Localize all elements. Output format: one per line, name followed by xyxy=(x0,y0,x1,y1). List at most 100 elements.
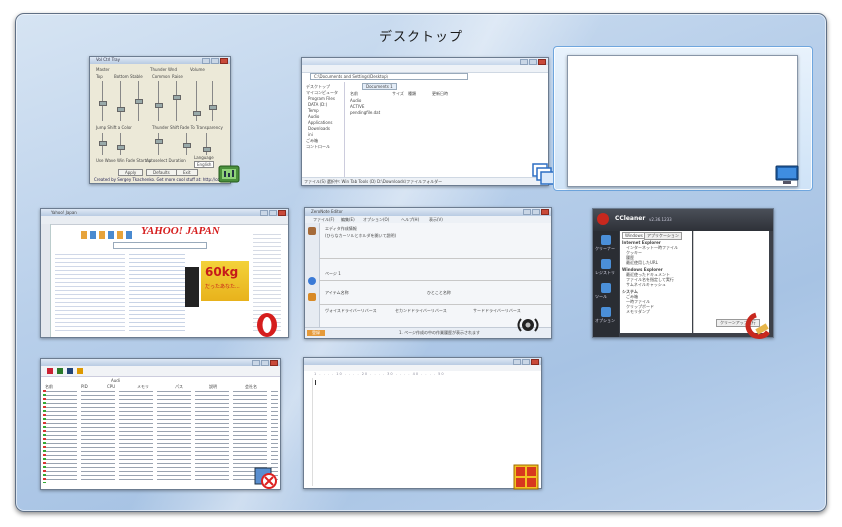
tab[interactable]: アプリケーション xyxy=(644,232,682,240)
volume-slider[interactable] xyxy=(99,81,107,121)
checkbox-label[interactable]: Autoselect Duration xyxy=(146,158,186,163)
window-thumb-editor[interactable]: ZeroNote Editor ファイル(F) 編集(E) オプション(O) ヘ… xyxy=(304,207,552,339)
volume-slider[interactable] xyxy=(117,133,125,155)
menu-item[interactable]: 編集(E) xyxy=(341,217,355,223)
window-title: Yahoo! Japan xyxy=(51,210,77,215)
file-row[interactable]: Audio xyxy=(350,98,361,103)
tree-item[interactable]: DATA (D:) xyxy=(308,102,327,107)
tab[interactable]: Windows xyxy=(622,232,646,239)
language-label: Language xyxy=(194,155,214,160)
window-thumb-volume-control[interactable]: Vol Ctrl Tray Master Thunder Wnd Volume … xyxy=(89,56,231,184)
check-item[interactable]: サムネイルキャッシュ xyxy=(626,282,666,288)
volume-slider[interactable] xyxy=(99,133,107,155)
editor-left-pane xyxy=(305,223,320,328)
volume-slider[interactable] xyxy=(155,133,163,155)
flip3d-switcher: デスクトップ Vol Ctrl Tray Master Thunder Wnd … xyxy=(15,13,827,512)
volume-slider[interactable] xyxy=(135,81,143,121)
window-thumb-desktop[interactable] xyxy=(567,55,798,187)
window-thumb-texteditor[interactable]: 1 . . . . 10 . . . . 20 . . . . 30 . . .… xyxy=(303,357,542,489)
volume-slider[interactable] xyxy=(173,81,181,121)
col-label: Raise xyxy=(172,74,183,79)
check-item[interactable]: 最近使用したURL xyxy=(626,260,658,266)
window-titlebar xyxy=(304,358,541,365)
window-titlebar xyxy=(41,359,280,366)
editor-menubar: ファイル(F) 編集(E) オプション(O) ヘルプ(H) 表示(V) xyxy=(305,216,551,223)
yahoo-search-box[interactable] xyxy=(113,242,207,249)
text-caret xyxy=(315,380,316,385)
tree-item[interactable]: Temp xyxy=(308,108,319,113)
broom-icon[interactable] xyxy=(601,235,611,245)
apply-button[interactable]: Apply xyxy=(118,169,144,176)
yahoo-content-mid xyxy=(129,251,185,333)
tree-item[interactable]: Downloads xyxy=(308,126,330,131)
tree-item[interactable]: Audio xyxy=(308,114,319,119)
file-row[interactable]: pendingfile.dat xyxy=(350,110,380,115)
volume-slider[interactable] xyxy=(203,133,211,155)
window-controls xyxy=(202,58,228,64)
check-item[interactable]: メモリダンプ xyxy=(626,309,650,315)
exit-button[interactable]: Exit xyxy=(176,169,198,176)
column-header[interactable]: 種類 xyxy=(408,91,416,97)
volume-slider[interactable] xyxy=(193,81,201,121)
window-titlebar: ZeroNote Editor xyxy=(305,208,551,216)
tree-item[interactable]: コントロール xyxy=(306,144,330,150)
volume-slider[interactable] xyxy=(117,81,125,121)
info-icon xyxy=(308,277,316,285)
field-label: アイテム名称 xyxy=(325,290,349,295)
hidemaru-icon xyxy=(513,464,539,490)
toolbar-icon[interactable] xyxy=(47,368,53,374)
toolbar-icon[interactable] xyxy=(77,368,83,374)
sidebar-item[interactable]: レジストリ xyxy=(595,270,615,276)
language-select[interactable]: English xyxy=(194,161,215,168)
window-thumb-processlist[interactable]: Audi 名前 PID CPU メモリ パス 説明 会社名 xyxy=(40,358,281,490)
column-header[interactable]: CPU xyxy=(107,384,115,389)
column-header[interactable]: 名前 xyxy=(350,91,358,97)
window-thumb-opera[interactable]: Yahoo! Japan YAHOO! JAPAN 60kg だったあなた... xyxy=(40,208,289,338)
column-header[interactable]: PID xyxy=(81,384,88,389)
col-label: Bottom xyxy=(114,74,129,79)
process-row-icons xyxy=(43,390,46,483)
status-text: 1. ページ作成の中の作業履歴が表示されます xyxy=(399,330,481,335)
toolbar-icon[interactable] xyxy=(67,368,73,374)
desktop-monitor-icon xyxy=(774,164,800,190)
section-label: Thunder Wnd xyxy=(150,67,177,72)
defaults-button[interactable]: Defaults xyxy=(146,169,177,176)
column-header[interactable]: 更新日時 xyxy=(432,91,448,97)
window-thumb-explorer[interactable]: C:\Documents and Settings\Desktop\ デスクトッ… xyxy=(301,57,549,186)
window-titlebar: Vol Ctrl Tray xyxy=(90,57,230,64)
tree-item[interactable]: Program Files xyxy=(308,96,335,101)
section-label: Volume xyxy=(190,67,205,72)
settings-icon xyxy=(308,293,316,301)
opera-tabbar xyxy=(41,216,288,225)
editor-text-area[interactable] xyxy=(312,378,539,486)
volume-slider[interactable] xyxy=(155,81,163,121)
sidebar-item[interactable]: クリーナー xyxy=(595,246,615,252)
register-button[interactable]: 登録 xyxy=(307,330,325,336)
window-title: Vol Ctrl Tray xyxy=(96,57,120,62)
tree-item[interactable]: Applications xyxy=(308,120,332,125)
menu-item[interactable]: 表示(V) xyxy=(429,217,443,223)
address-bar[interactable]: C:\Documents and Settings\Desktop\ xyxy=(310,73,468,80)
tree-item[interactable]: ini xyxy=(308,132,313,137)
volume-slider[interactable] xyxy=(183,133,191,155)
volume-slider[interactable] xyxy=(209,81,217,121)
toolbar-icon[interactable] xyxy=(57,368,63,374)
file-row[interactable]: ACTIVE xyxy=(350,104,364,109)
menu-item[interactable]: オプション(O) xyxy=(363,217,389,223)
yahoo-logo[interactable]: YAHOO! JAPAN xyxy=(141,225,220,237)
explorer-statusbar: ファイル(S) 選択中: Win Tab Tools (D) D:\Downlo… xyxy=(302,177,548,185)
ccleaner-header: CCleaner v2.36.1233 xyxy=(593,209,773,231)
sidebar-item[interactable]: ツール xyxy=(595,294,607,300)
column-header[interactable]: サイズ xyxy=(392,91,404,97)
tools-icon[interactable] xyxy=(601,283,611,293)
app-version: v2.36.1233 xyxy=(649,217,672,222)
explorer-tab[interactable]: Documents 1 xyxy=(362,83,397,90)
yahoo-ad-banner[interactable]: 60kg だったあなた... xyxy=(201,261,249,301)
sidebar-item[interactable]: オプション xyxy=(595,318,615,324)
options-icon[interactable] xyxy=(601,307,611,317)
checkbox-label[interactable]: Use Wave Win Fade Startup xyxy=(96,158,151,163)
menu-item[interactable]: ヘルプ(H) xyxy=(401,217,419,223)
ad-headline: 60kg xyxy=(205,265,239,279)
registry-icon[interactable] xyxy=(601,259,611,269)
toolbar xyxy=(41,366,280,377)
